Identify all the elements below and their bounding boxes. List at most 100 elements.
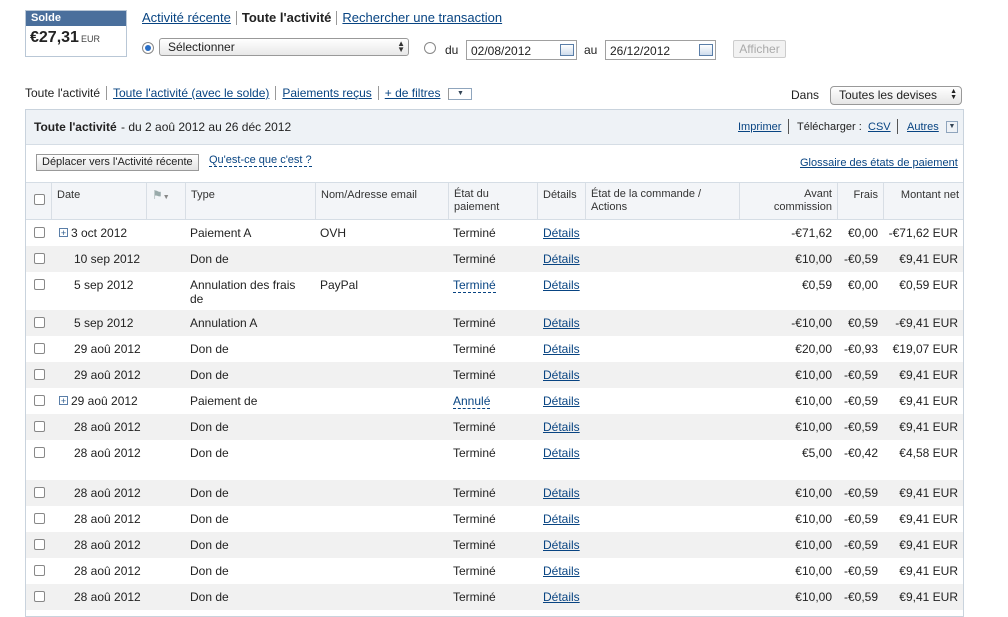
row-checkbox[interactable]: [34, 447, 45, 458]
details-link[interactable]: Détails: [543, 226, 580, 240]
activity-tabs: Activité récente Toute l'activité Recherch…: [142, 10, 507, 25]
fee-amount: -€0,59: [843, 512, 878, 526]
table-row[interactable]: 28 aoû 2012 Don de Terminé Détails €10,00 -€0…: [26, 584, 963, 610]
period-select-radio[interactable]: [142, 42, 154, 54]
table-row[interactable]: 5 sep 2012 Annulation A Terminé Détails -€10…: [26, 310, 963, 336]
gross-amount: €10,00: [795, 564, 832, 578]
details-link[interactable]: Détails: [543, 394, 580, 408]
table-row[interactable]: 10 sep 2012 Don de Terminé Détails €10,00 -€0…: [26, 246, 963, 272]
show-button[interactable]: Afficher: [733, 40, 786, 58]
col-state[interactable]: État du paiement: [448, 183, 537, 219]
row-checkbox[interactable]: [34, 227, 45, 238]
others-link[interactable]: Autres: [907, 121, 939, 133]
col-date[interactable]: Date: [51, 183, 146, 219]
table-row[interactable]: +3 oct 2012 Paiement A OVH Terminé Détails -€…: [26, 220, 963, 246]
row-checkbox[interactable]: [34, 487, 45, 498]
chevron-down-icon[interactable]: ▼: [448, 87, 473, 100]
what-is-this-link[interactable]: Qu'est-ce que c'est ?: [209, 154, 312, 167]
type-text: Don de: [190, 512, 229, 526]
table-row[interactable]: 28 aoû 2012 Don de Terminé Détails €10,00 -€0…: [26, 414, 963, 440]
col-flag[interactable]: ⚑▼: [146, 183, 185, 219]
row-checkbox[interactable]: [34, 395, 45, 406]
date-text: 28 aoû 2012: [74, 486, 141, 500]
row-checkbox[interactable]: [34, 421, 45, 432]
details-link[interactable]: Détails: [543, 342, 580, 356]
csv-link[interactable]: CSV: [868, 121, 891, 133]
date-text: 28 aoû 2012: [74, 538, 141, 552]
row-checkbox[interactable]: [34, 279, 45, 290]
date-text: 5 sep 2012: [74, 278, 134, 292]
row-checkbox[interactable]: [34, 591, 45, 602]
net-amount: €9,41 EUR: [899, 486, 958, 500]
details-link[interactable]: Détails: [543, 446, 580, 460]
row-checkbox[interactable]: [34, 317, 45, 328]
col-order-line2: Actions: [591, 201, 628, 213]
gross-amount: €5,00: [801, 446, 832, 460]
details-link[interactable]: Détails: [543, 420, 580, 434]
row-checkbox[interactable]: [34, 343, 45, 354]
date-cell: 29 aoû 2012: [74, 342, 141, 356]
details-link[interactable]: Détails: [543, 538, 580, 552]
calendar-icon[interactable]: [699, 44, 713, 56]
details-link[interactable]: Détails: [543, 316, 580, 330]
fee-amount: €0,59: [847, 316, 878, 330]
type-cell: Don de: [190, 512, 229, 526]
expand-icon[interactable]: +: [59, 228, 68, 238]
details-link[interactable]: Détails: [543, 512, 580, 526]
row-checkbox[interactable]: [34, 565, 45, 576]
table-row[interactable]: 5 sep 2012 Annulation des frais de PayPal Te…: [26, 272, 963, 310]
row-checkbox[interactable]: [34, 369, 45, 380]
to-date-input[interactable]: 26/12/2012: [605, 40, 716, 60]
move-to-recent-button[interactable]: Déplacer vers l'Activité récente: [36, 154, 199, 171]
col-gross[interactable]: Avant commission: [739, 183, 837, 219]
table-row[interactable]: 28 aoû 2012 Don de Terminé Détails €5,00 -€0,…: [26, 440, 963, 480]
details-link[interactable]: Détails: [543, 278, 580, 292]
tab-search-transaction[interactable]: Rechercher une transaction: [336, 11, 507, 25]
details-link[interactable]: Détails: [543, 368, 580, 382]
row-checkbox[interactable]: [34, 253, 45, 264]
table-row[interactable]: 28 aoû 2012 Don de Terminé Détails €10,00 -€0…: [26, 558, 963, 584]
tab-all-activity[interactable]: Toute l'activité: [235, 11, 337, 25]
col-type[interactable]: Type: [185, 183, 315, 219]
table-row[interactable]: 29 aoû 2012 Don de Terminé Détails €20,00 -€0…: [26, 336, 963, 362]
details-link[interactable]: Détails: [543, 590, 580, 604]
details-link[interactable]: Détails: [543, 486, 580, 500]
subtab-all[interactable]: Toute l'activité: [25, 86, 106, 100]
expand-icon[interactable]: +: [59, 396, 68, 406]
row-checkbox[interactable]: [34, 539, 45, 550]
col-fee[interactable]: Frais: [837, 183, 883, 219]
table-row[interactable]: 28 aoû 2012 Don de Terminé Détails €10,00 -€0…: [26, 532, 963, 558]
date-range-radio[interactable]: [424, 42, 436, 54]
status-text[interactable]: Terminé: [453, 278, 496, 293]
col-net[interactable]: Montant net: [883, 183, 964, 219]
more-filters-link[interactable]: + de filtres: [385, 86, 447, 100]
select-all-checkbox[interactable]: [34, 194, 45, 205]
table-row[interactable]: 28 aoû 2012 Don de Terminé Détails €10,00 -€0…: [26, 480, 963, 506]
table-row[interactable]: +29 aoû 2012 Paiement de Annulé Détails €10,…: [26, 388, 963, 414]
date-text: 29 aoû 2012: [74, 342, 141, 356]
currency-select[interactable]: Toutes les devises ▲ ▼: [830, 86, 962, 105]
col-name[interactable]: Nom/Adresse email: [315, 183, 448, 219]
subtab-all-with-balance[interactable]: Toute l'activité (avec le solde): [106, 86, 275, 100]
period-select[interactable]: Sélectionner ▲ ▼: [159, 38, 409, 56]
table-row[interactable]: 29 aoû 2012 Don de Terminé Détails €10,00 -€0…: [26, 362, 963, 388]
type-text: Don de: [190, 538, 229, 552]
details-link[interactable]: Détails: [543, 252, 580, 266]
type-cell: Annulation A: [190, 316, 257, 330]
chevron-down-icon[interactable]: ▼: [946, 121, 958, 133]
details-link[interactable]: Détails: [543, 564, 580, 578]
calendar-icon[interactable]: [560, 44, 574, 56]
subtab-payments-received[interactable]: Paiements reçus: [275, 86, 377, 100]
print-link[interactable]: Imprimer: [738, 121, 781, 133]
type-cell: Don de: [190, 368, 229, 382]
from-date-input[interactable]: 02/08/2012: [466, 40, 577, 60]
row-checkbox[interactable]: [34, 513, 45, 524]
table-row[interactable]: 28 aoû 2012 Don de Terminé Détails €10,00 -€0…: [26, 506, 963, 532]
type-text: Don de: [190, 486, 229, 500]
tab-recent-activity[interactable]: Activité récente: [142, 11, 236, 25]
status-text[interactable]: Annulé: [453, 394, 491, 409]
type-cell: Don de: [190, 420, 229, 434]
type-text: Don de: [190, 342, 229, 356]
gross-amount: €20,00: [795, 342, 832, 356]
glossary-link[interactable]: Glossaire des états de paiement: [800, 157, 958, 169]
